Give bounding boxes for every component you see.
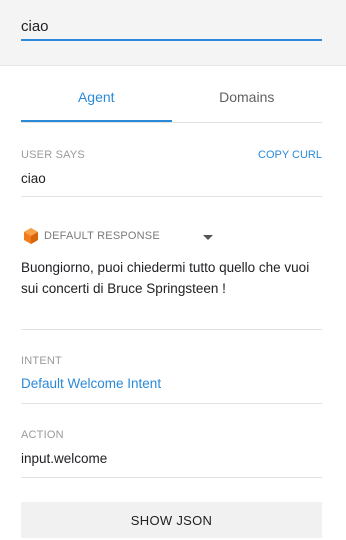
chevron-down-icon[interactable] (203, 235, 213, 240)
default-response-label: DEFAULT RESPONSE (44, 230, 160, 242)
user-says-label: USER SAYS (21, 149, 85, 161)
tab-bar: Agent Domains (21, 80, 322, 123)
tab-domains[interactable]: Domains (172, 80, 323, 122)
cube-icon (24, 228, 38, 244)
user-says-value: ciao (21, 171, 46, 186)
query-input-underline (21, 39, 322, 41)
divider (21, 403, 322, 404)
action-value: input.welcome (21, 451, 108, 466)
default-response-text: Buongiorno, puoi chiedermi tutto quello … (21, 260, 310, 296)
intent-label: INTENT (21, 355, 62, 367)
divider (21, 329, 322, 330)
copy-curl-link[interactable]: COPY CURL (258, 149, 322, 161)
intent-link[interactable]: Default Welcome Intent (21, 376, 161, 391)
show-json-button[interactable]: SHOW JSON (21, 502, 322, 538)
action-label: ACTION (21, 429, 64, 441)
divider (21, 196, 322, 197)
divider (21, 477, 322, 478)
query-input[interactable] (21, 12, 322, 40)
query-bar (0, 0, 346, 66)
tab-agent[interactable]: Agent (21, 80, 172, 122)
